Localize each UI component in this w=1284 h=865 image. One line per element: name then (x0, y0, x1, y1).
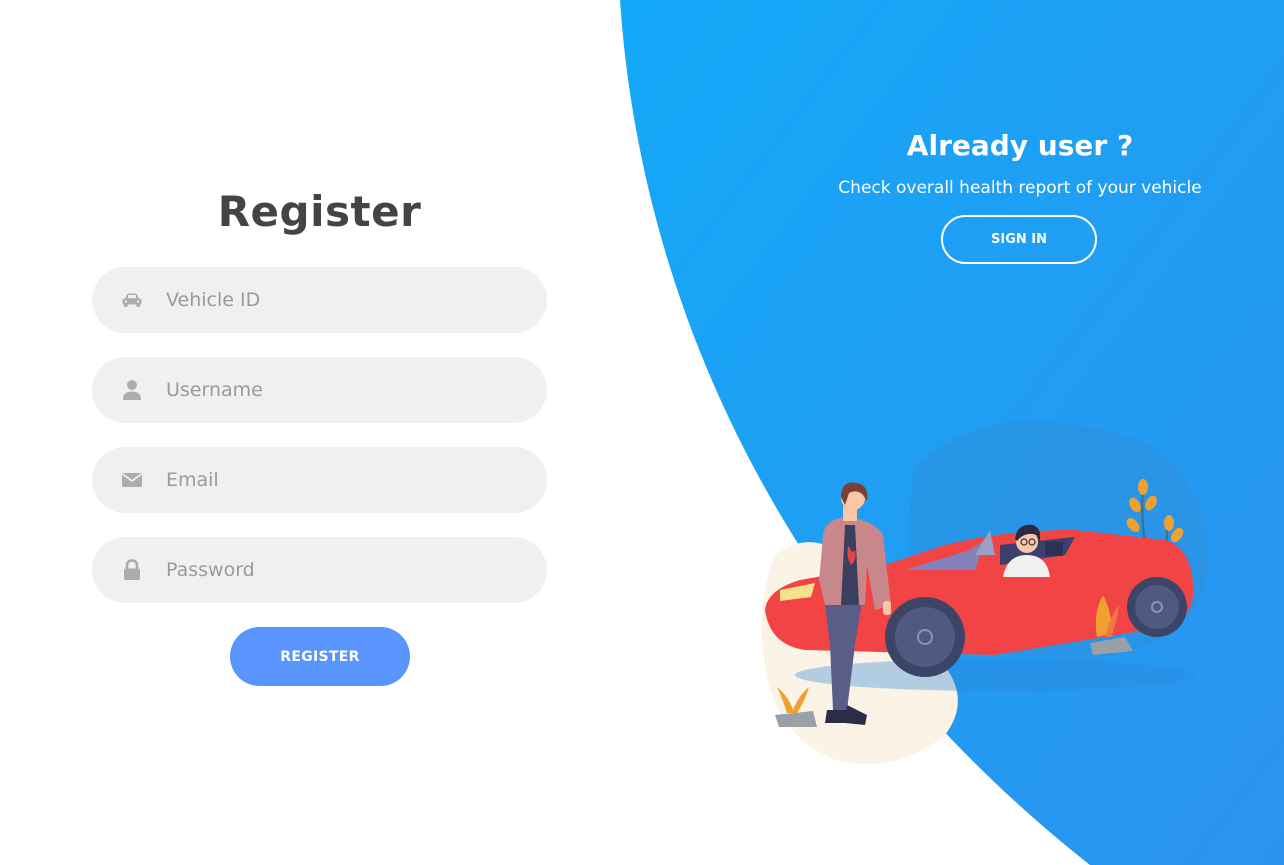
car-icon (120, 288, 144, 312)
register-title: Register (217, 187, 422, 236)
register-page: Register Vehicle ID Username Email REGIS… (0, 0, 1284, 865)
sign-in-button[interactable]: SIGN IN (941, 215, 1097, 264)
register-button[interactable]: REGISTER (230, 627, 410, 686)
car-illustration (761, 420, 1209, 765)
lock-icon (120, 558, 144, 582)
vehicle-id-field[interactable] (92, 267, 547, 333)
envelope-icon (120, 468, 144, 492)
username-field[interactable] (92, 357, 547, 423)
signin-panel-subtitle: Check overall health report of your vehi… (838, 178, 1202, 198)
email-input[interactable] (166, 469, 496, 491)
vehicle-id-input[interactable] (166, 289, 496, 311)
username-input[interactable] (166, 379, 496, 401)
password-input[interactable] (166, 559, 496, 581)
signin-panel-title: Already user ? (906, 129, 1134, 162)
user-icon (120, 378, 144, 402)
password-field[interactable] (92, 537, 547, 603)
email-field[interactable] (92, 447, 547, 513)
